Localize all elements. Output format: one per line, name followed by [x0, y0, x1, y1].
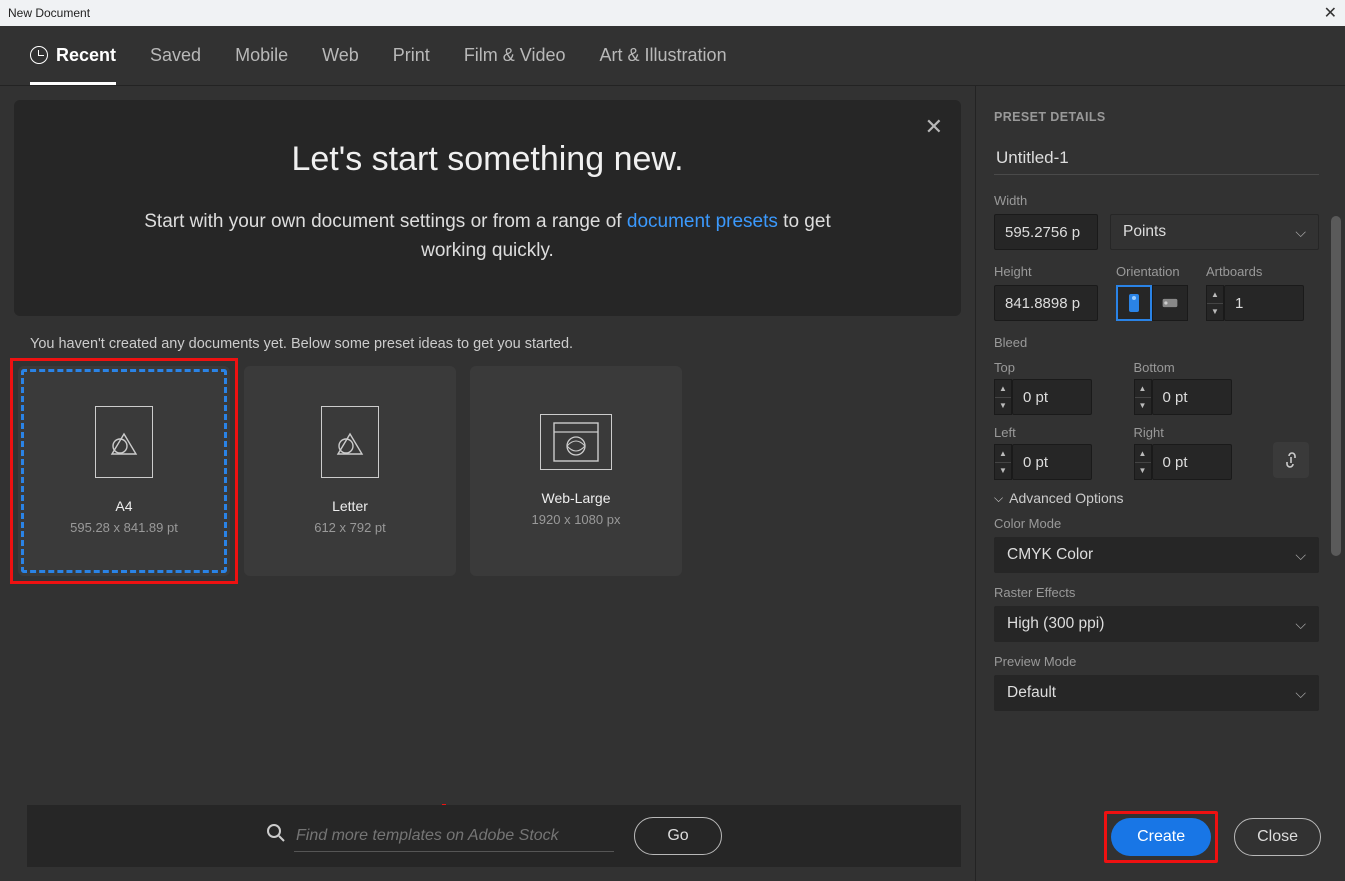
card-subtitle: 595.28 x 841.89 pt: [70, 520, 178, 535]
tab-label: Recent: [56, 45, 116, 66]
height-input[interactable]: [994, 285, 1098, 321]
chevron-down-icon: ⌵: [1295, 685, 1306, 702]
search-icon: [266, 823, 286, 849]
document-name-input[interactable]: Untitled-1: [994, 142, 1319, 175]
orientation-label: Orientation: [1116, 264, 1188, 279]
tab-saved[interactable]: Saved: [150, 27, 201, 85]
tab-print[interactable]: Print: [393, 27, 430, 85]
stock-search-bar: Go: [27, 805, 961, 867]
window-close-icon[interactable]: ✕: [1324, 3, 1337, 23]
web-icon: [540, 414, 612, 470]
units-select[interactable]: Points ⌵: [1110, 214, 1319, 250]
raster-effects-label: Raster Effects: [994, 585, 1319, 600]
preset-details-panel: PRESET DETAILS Untitled-1 Width Points ⌵…: [975, 86, 1345, 881]
width-label: Width: [994, 193, 1319, 208]
card-subtitle: 1920 x 1080 px: [532, 512, 621, 527]
artboards-input[interactable]: [1224, 285, 1304, 321]
tab-recent[interactable]: Recent: [30, 27, 116, 85]
top-label: Top: [994, 360, 1116, 375]
stock-search-input[interactable]: [294, 821, 614, 852]
preset-card-web-large[interactable]: Web-Large 1920 x 1080 px: [470, 366, 682, 576]
hero-close-icon[interactable]: ✕: [925, 114, 943, 140]
color-mode-select[interactable]: CMYK Color⌵: [994, 537, 1319, 573]
category-tabs: Recent Saved Mobile Web Print Film & Vid…: [0, 26, 1345, 86]
bleed-top-stepper[interactable]: ▲▼: [994, 379, 1012, 415]
close-button[interactable]: Close: [1234, 818, 1321, 856]
document-presets-link[interactable]: document presets: [627, 211, 778, 232]
go-button[interactable]: Go: [634, 817, 722, 855]
document-icon: [95, 406, 153, 478]
bleed-right-stepper[interactable]: ▲▼: [1134, 444, 1152, 480]
chevron-down-icon: ⌵: [994, 491, 1003, 506]
hero-heading: Let's start something new.: [44, 140, 931, 179]
advanced-options-toggle[interactable]: ⌵ Advanced Options: [994, 490, 1319, 506]
preset-card-a4[interactable]: A4 595.28 x 841.89 pt: [18, 366, 230, 576]
bleed-left-input[interactable]: [1012, 444, 1092, 480]
window-titlebar: New Document ✕: [0, 0, 1345, 26]
width-input[interactable]: [994, 214, 1098, 250]
bleed-label: Bleed: [994, 335, 1319, 350]
bottom-label: Bottom: [1134, 360, 1256, 375]
card-title: A4: [70, 498, 178, 514]
bleed-bottom-stepper[interactable]: ▲▼: [1134, 379, 1152, 415]
tab-art-illustration[interactable]: Art & Illustration: [600, 27, 727, 85]
card-title: Web-Large: [532, 490, 621, 506]
raster-effects-select[interactable]: High (300 ppi)⌵: [994, 606, 1319, 642]
annotation-highlight: Create: [1104, 811, 1218, 863]
bleed-bottom-input[interactable]: [1152, 379, 1232, 415]
bleed-right-input[interactable]: [1152, 444, 1232, 480]
card-title: Letter: [314, 498, 386, 514]
document-icon: [321, 406, 379, 478]
preset-hint: You haven't created any documents yet. B…: [30, 336, 961, 352]
create-button[interactable]: Create: [1111, 818, 1211, 856]
tab-mobile[interactable]: Mobile: [235, 27, 288, 85]
chevron-down-icon: ⌵: [1295, 547, 1306, 564]
hero-panel: ✕ Let's start something new. Start with …: [14, 100, 961, 316]
bleed-top-input[interactable]: [1012, 379, 1092, 415]
chevron-down-icon: ⌵: [1295, 224, 1306, 241]
left-label: Left: [994, 425, 1116, 440]
card-subtitle: 612 x 792 pt: [314, 520, 386, 535]
preview-mode-label: Preview Mode: [994, 654, 1319, 669]
tab-film-video[interactable]: Film & Video: [464, 27, 566, 85]
hero-subtext: Start with your own document settings or…: [138, 207, 838, 266]
orientation-portrait[interactable]: [1116, 285, 1152, 321]
right-label: Right: [1134, 425, 1256, 440]
window-title: New Document: [8, 6, 90, 20]
artboards-label: Artboards: [1206, 264, 1319, 279]
color-mode-label: Color Mode: [994, 516, 1319, 531]
artboards-stepper[interactable]: ▲▼: [1206, 285, 1224, 321]
bleed-left-stepper[interactable]: ▲▼: [994, 444, 1012, 480]
recent-icon: [30, 46, 48, 64]
orientation-landscape[interactable]: [1152, 285, 1188, 321]
preview-mode-select[interactable]: Default⌵: [994, 675, 1319, 711]
preset-cards: A4 595.28 x 841.89 pt Letter 612 x 792 p…: [14, 366, 961, 576]
tab-web[interactable]: Web: [322, 27, 359, 85]
preset-card-letter[interactable]: Letter 612 x 792 pt: [244, 366, 456, 576]
link-bleed-icon[interactable]: [1273, 442, 1309, 478]
panel-scrollbar[interactable]: [1331, 216, 1341, 556]
panel-heading: PRESET DETAILS: [994, 110, 1319, 124]
height-label: Height: [994, 264, 1098, 279]
chevron-down-icon: ⌵: [1295, 616, 1306, 633]
